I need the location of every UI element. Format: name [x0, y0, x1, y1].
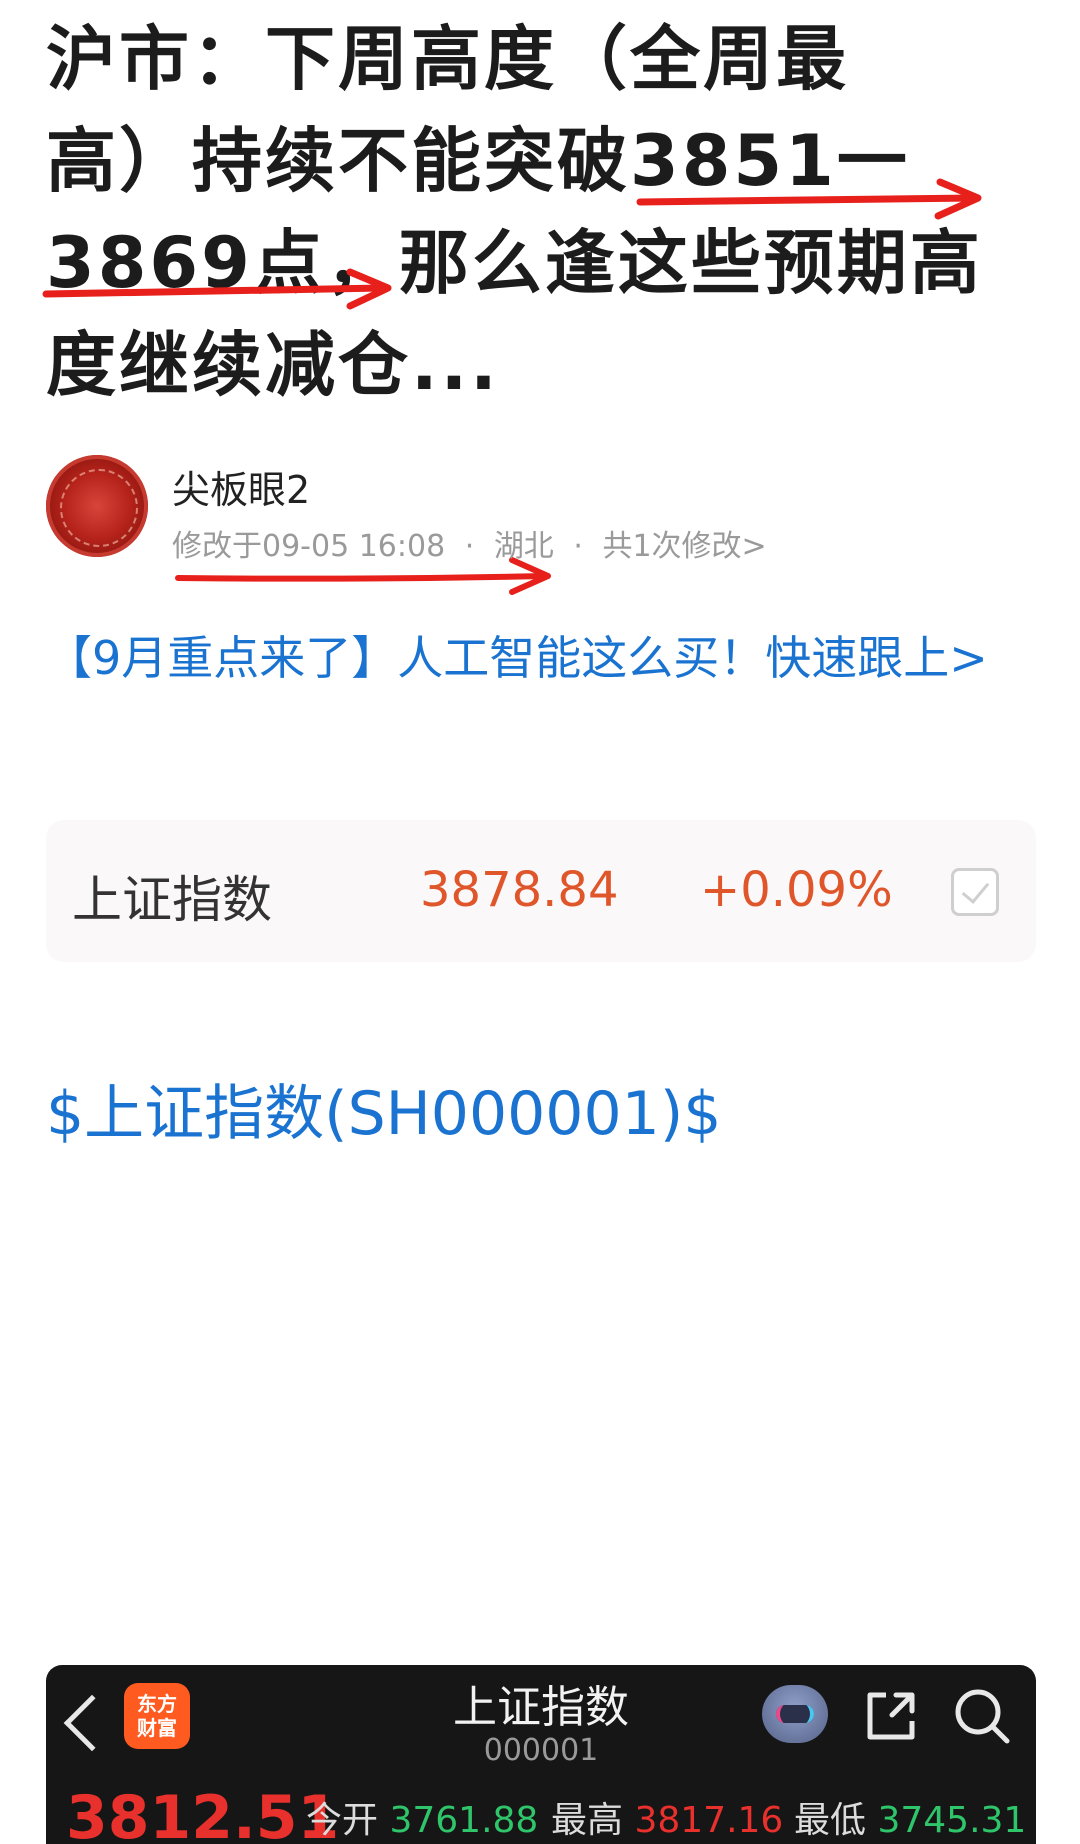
quote-change: +0.09%	[700, 862, 893, 918]
article-title: 沪市：下周高度（全周最 高）持续不能突破3851一 3869点，那么逢这些预期高…	[46, 8, 1046, 416]
author-row[interactable]: 尖板眼2 修改于09-05 16:08 · 湖北 · 共1次修改>	[46, 455, 1036, 565]
author-meta: 修改于09-05 16:08 · 湖北 · 共1次修改>	[172, 521, 767, 565]
edit-history-link[interactable]: 共1次修改>	[602, 529, 766, 564]
low-stat: 最低 3745.31	[794, 1791, 1026, 1843]
app-current-price: 3812.51	[66, 1783, 340, 1844]
robot-assistant-icon[interactable]	[762, 1685, 828, 1743]
author-location: 湖北	[493, 529, 554, 564]
promo-link[interactable]: 【9月重点来了】人工智能这么买！快速跟上>	[46, 620, 1036, 696]
open-stat: 今开 3761.88	[306, 1791, 538, 1843]
title-line-3: 3869点，那么逢这些预期高	[46, 222, 983, 304]
meta-separator: ·	[573, 529, 583, 564]
quote-name: 上证指数	[72, 871, 272, 929]
embedded-app-header: 东方 财富 上证指数 000001 3812.51 今开 3761.88 最高 …	[46, 1665, 1036, 1844]
search-icon[interactable]	[951, 1685, 1013, 1747]
title-line-4: 度继续减仓...	[46, 324, 500, 406]
open-value: 3761.88	[389, 1800, 539, 1841]
high-value: 3817.16	[634, 1800, 784, 1841]
high-label: 最高	[551, 1800, 624, 1841]
stock-quote-card[interactable]: 上证指数 3878.84 +0.09%	[46, 820, 1036, 962]
high-stat: 最高 3817.16	[551, 1791, 783, 1843]
avatar[interactable]	[46, 455, 148, 557]
low-label: 最低	[794, 1800, 867, 1841]
open-label: 今开	[306, 1800, 379, 1841]
meta-separator: ·	[464, 529, 475, 564]
title-line-2: 高）持续不能突破3851一	[46, 120, 910, 202]
modified-time: 修改于09-05 16:08	[172, 529, 446, 564]
add-watchlist-checkbox[interactable]	[951, 868, 999, 916]
share-icon[interactable]	[862, 1687, 920, 1745]
low-value: 3745.31	[877, 1800, 1027, 1841]
title-line-1: 沪市：下周高度（全周最	[46, 18, 849, 100]
stock-tag-link[interactable]: $上证指数(SH000001)$	[46, 1065, 721, 1152]
author-name[interactable]: 尖板眼2	[172, 459, 310, 514]
quote-price: 3878.84	[420, 862, 619, 918]
